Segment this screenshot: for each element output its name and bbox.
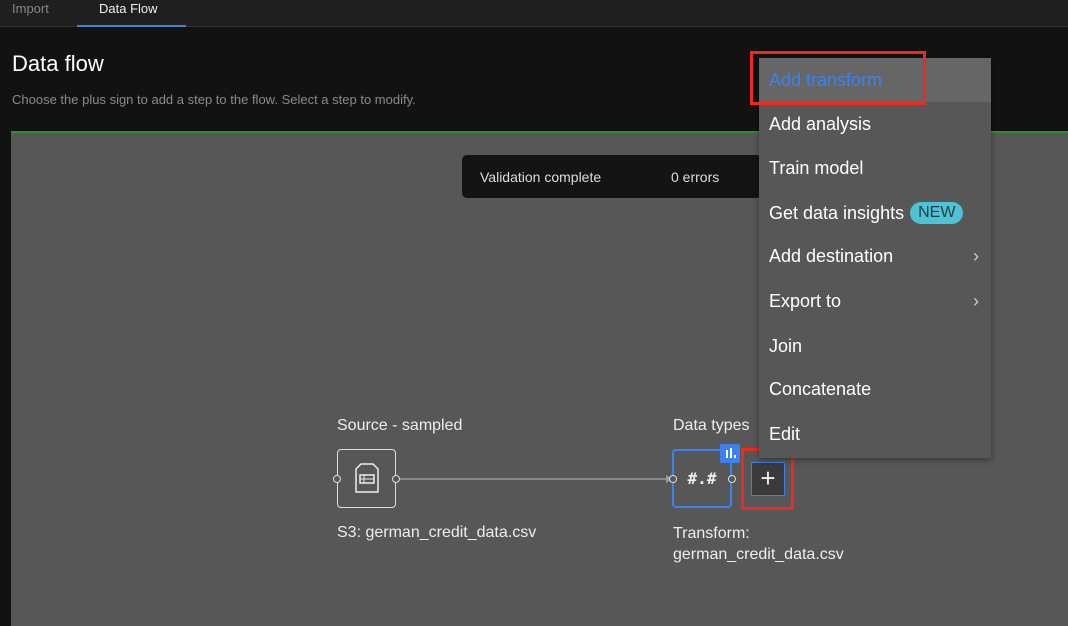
- menu-item-label: Export to: [769, 291, 842, 311]
- transform-output-port[interactable]: [728, 475, 736, 483]
- validation-toast: Validation complete 0 errors: [462, 155, 762, 198]
- transform-caption-line1: Transform:: [673, 525, 750, 542]
- highlight-box-add-transform: [750, 51, 926, 105]
- menu-item-concatenate[interactable]: Concatenate: [759, 367, 991, 411]
- add-step-menu: Add transform Add analysis Train model G…: [759, 58, 991, 458]
- transform-caption-line2: german_credit_data.csv: [673, 546, 844, 563]
- validation-errors: 0 errors: [671, 169, 720, 185]
- menu-item-export-to[interactable]: Export to ›: [759, 279, 991, 323]
- source-node[interactable]: [337, 449, 396, 508]
- transform-node-title: Data types: [673, 417, 750, 434]
- menu-item-edit[interactable]: Edit: [759, 412, 991, 456]
- transform-input-port[interactable]: [669, 475, 677, 483]
- chevron-right-icon: ›: [973, 291, 979, 311]
- tab-bar: Import Data Flow: [0, 0, 1068, 27]
- source-input-port[interactable]: [333, 475, 341, 483]
- menu-item-train-model[interactable]: Train model: [759, 146, 991, 190]
- menu-item-join[interactable]: Join: [759, 324, 991, 368]
- document-table-icon: [355, 463, 379, 493]
- new-badge: NEW: [910, 202, 964, 224]
- bar-chart-icon[interactable]: [720, 444, 740, 463]
- page-title: Data flow: [12, 51, 104, 76]
- page-subtitle: Choose the plus sign to add a step to th…: [12, 92, 416, 107]
- menu-item-get-data-insights[interactable]: Get data insights NEW: [759, 191, 991, 235]
- source-node-caption: S3: german_credit_data.csv: [337, 524, 537, 541]
- tab-import[interactable]: Import: [12, 0, 72, 27]
- source-node-title: Source - sampled: [337, 417, 463, 434]
- source-output-port[interactable]: [392, 475, 400, 483]
- menu-item-label: Add destination: [769, 246, 894, 266]
- menu-item-label: Get data insights: [769, 203, 905, 223]
- connection-arrow: [400, 475, 673, 483]
- menu-item-add-analysis[interactable]: Add analysis: [759, 102, 991, 146]
- tab-data-flow[interactable]: Data Flow: [77, 0, 186, 27]
- menu-item-add-destination[interactable]: Add destination ›: [759, 234, 991, 278]
- chevron-right-icon: ›: [973, 246, 979, 266]
- validation-status: Validation complete: [480, 169, 602, 185]
